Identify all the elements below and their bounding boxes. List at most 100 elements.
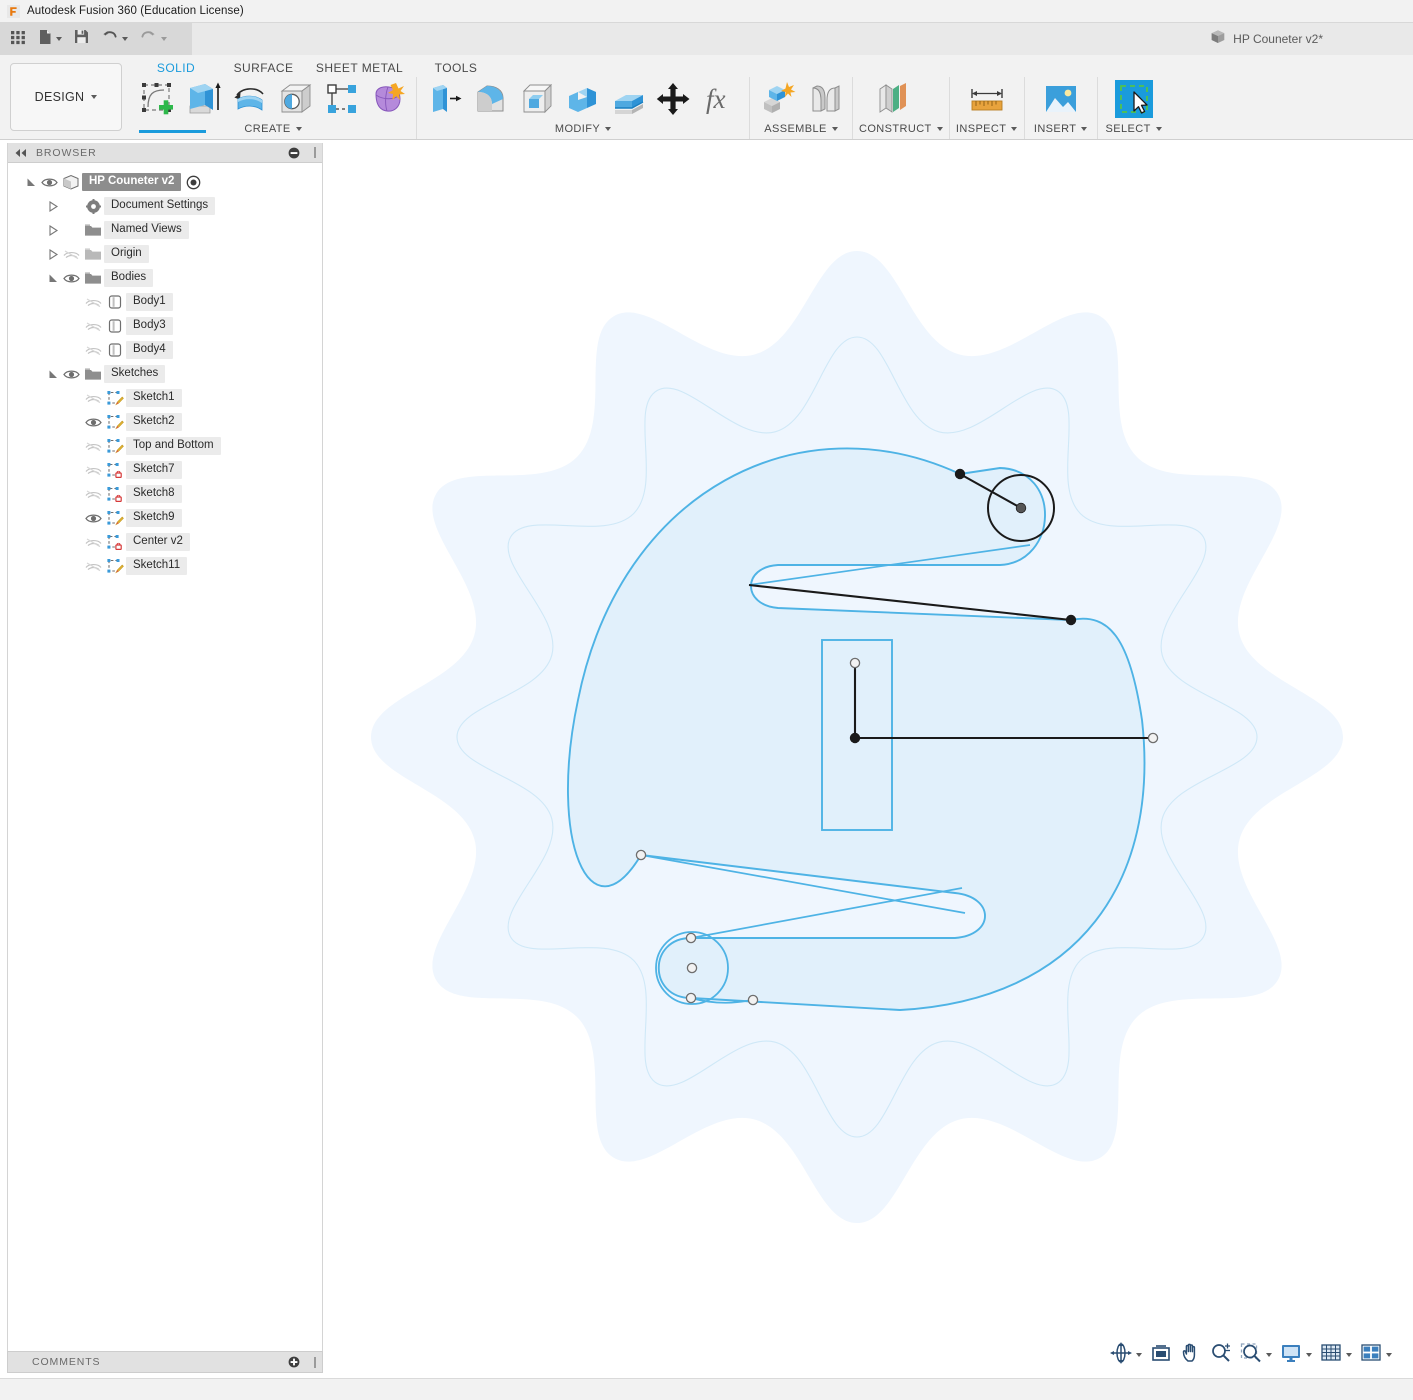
- tree-item-sketch7[interactable]: Sketch7: [8, 458, 322, 482]
- tab-solid[interactable]: SOLID: [133, 59, 219, 77]
- sketch-point-3[interactable]: [850, 658, 859, 667]
- eye-visible-icon[interactable]: [60, 368, 82, 381]
- panel-label-create[interactable]: CREATE: [136, 121, 410, 137]
- sketch-point-4[interactable]: [850, 733, 860, 743]
- eye-visible-icon[interactable]: [60, 272, 82, 285]
- tree-item-sketch8[interactable]: Sketch8: [8, 482, 322, 506]
- tree-item-named-views[interactable]: Named Views: [8, 218, 322, 242]
- eye-visible-icon[interactable]: [82, 416, 104, 429]
- tree-item-top-and-bottom[interactable]: Top and Bottom: [8, 434, 322, 458]
- workspace-switcher[interactable]: DESIGN: [10, 63, 122, 131]
- tree-item-body4[interactable]: Body4: [8, 338, 322, 362]
- tree-item-sketch11[interactable]: Sketch11: [8, 554, 322, 578]
- eye-hidden-icon[interactable]: [82, 464, 104, 477]
- eye-hidden-icon[interactable]: [82, 440, 104, 453]
- eye-hidden-icon[interactable]: [82, 560, 104, 573]
- sketch-point-10[interactable]: [748, 995, 757, 1004]
- shell-button[interactable]: [515, 77, 559, 121]
- pattern-button[interactable]: [320, 77, 364, 121]
- twisty-expanded-icon[interactable]: [24, 177, 38, 188]
- panel-label-insert[interactable]: INSERT: [1031, 121, 1091, 137]
- design-canvas[interactable]: [324, 141, 1413, 1352]
- sketch-viewport[interactable]: [324, 141, 1413, 1352]
- document-tab-label[interactable]: HP Couneter v2*: [1233, 32, 1323, 46]
- eye-hidden-icon[interactable]: [82, 320, 104, 333]
- panel-label-inspect[interactable]: INSPECT: [956, 121, 1018, 137]
- offset-plane-button[interactable]: [871, 77, 915, 121]
- twisty-collapsed-icon[interactable]: [46, 249, 60, 260]
- measure-button[interactable]: [965, 77, 1009, 121]
- sketch-point-6[interactable]: [636, 850, 645, 859]
- save-button[interactable]: [70, 26, 93, 52]
- hole-button[interactable]: [274, 77, 318, 121]
- insert-image-button[interactable]: [1039, 77, 1083, 121]
- tab-sheet-metal[interactable]: SHEET METAL: [308, 59, 411, 77]
- sketch-point-2[interactable]: [1066, 615, 1076, 625]
- change-parameters-button[interactable]: fx: [699, 77, 743, 121]
- tree-item-sketch9[interactable]: Sketch9: [8, 506, 322, 530]
- twisty-expanded-icon[interactable]: [46, 369, 60, 380]
- tree-item-body1[interactable]: Body1: [8, 290, 322, 314]
- form-button[interactable]: [366, 77, 410, 121]
- look-at-button[interactable]: [1147, 1341, 1175, 1369]
- display-settings-button[interactable]: [1277, 1341, 1315, 1369]
- zoom-window-button[interactable]: [1237, 1341, 1275, 1369]
- eye-hidden-icon[interactable]: [60, 248, 82, 261]
- tree-item-sketch1[interactable]: Sketch1: [8, 386, 322, 410]
- eye-hidden-icon[interactable]: [82, 392, 104, 405]
- twisty-collapsed-icon[interactable]: [46, 201, 60, 212]
- tab-surface[interactable]: SURFACE: [219, 59, 308, 77]
- new-document-button[interactable]: [34, 26, 66, 52]
- app-grid-button[interactable]: [6, 26, 30, 52]
- redo-button[interactable]: [136, 26, 171, 52]
- panel-label-select[interactable]: SELECT: [1104, 121, 1164, 137]
- sketch-point-0[interactable]: [955, 469, 965, 479]
- grid-snaps-button[interactable]: [1317, 1341, 1355, 1369]
- eye-hidden-icon[interactable]: [82, 488, 104, 501]
- sketch-point-5[interactable]: [1148, 733, 1157, 742]
- eye-visible-icon[interactable]: [82, 512, 104, 525]
- undo-button[interactable]: [97, 26, 132, 52]
- create-sketch-button[interactable]: [136, 77, 180, 121]
- tree-item-sketches[interactable]: Sketches: [8, 362, 322, 386]
- circle-center-point[interactable]: [1017, 504, 1026, 513]
- collapse-left-icon[interactable]: [14, 148, 28, 158]
- split-face-button[interactable]: [607, 77, 651, 121]
- minimize-icon[interactable]: [288, 147, 300, 159]
- panel-label-assemble[interactable]: ASSEMBLE: [756, 121, 846, 137]
- twisty-collapsed-icon[interactable]: [46, 225, 60, 236]
- panel-label-modify[interactable]: MODIFY: [423, 121, 743, 137]
- sketch-point-7[interactable]: [686, 933, 695, 942]
- tree-item-bodies[interactable]: Bodies: [8, 266, 322, 290]
- add-comment-icon[interactable]: [288, 1356, 300, 1368]
- panel-resize-grip[interactable]: [314, 1357, 316, 1368]
- sketch-point-9[interactable]: [686, 993, 695, 1002]
- activate-component-radio[interactable]: [186, 175, 201, 190]
- combine-button[interactable]: [561, 77, 605, 121]
- tree-item-hp-couneter-v2[interactable]: HP Couneter v2: [8, 170, 322, 194]
- panel-label-construct[interactable]: CONSTRUCT: [859, 121, 943, 137]
- tree-item-center-v2[interactable]: Center v2: [8, 530, 322, 554]
- viewports-button[interactable]: [1357, 1341, 1395, 1369]
- joint-button[interactable]: [802, 77, 846, 121]
- move-copy-button[interactable]: [653, 77, 697, 121]
- eye-visible-icon[interactable]: [38, 176, 60, 189]
- zoom-button[interactable]: [1207, 1341, 1235, 1369]
- tree-item-document-settings[interactable]: Document Settings: [8, 194, 322, 218]
- revolve-button[interactable]: [228, 77, 272, 121]
- tree-item-origin[interactable]: Origin: [8, 242, 322, 266]
- orbit-button[interactable]: [1107, 1341, 1145, 1369]
- twisty-expanded-icon[interactable]: [46, 273, 60, 284]
- tree-item-body3[interactable]: Body3: [8, 314, 322, 338]
- press-pull-button[interactable]: [423, 77, 467, 121]
- tab-tools[interactable]: TOOLS: [411, 59, 501, 77]
- extrude-button[interactable]: [182, 77, 226, 121]
- eye-hidden-icon[interactable]: [82, 296, 104, 309]
- panel-resize-grip[interactable]: [314, 147, 316, 158]
- eye-hidden-icon[interactable]: [82, 536, 104, 549]
- eye-hidden-icon[interactable]: [82, 344, 104, 357]
- fillet-button[interactable]: [469, 77, 513, 121]
- new-component-button[interactable]: [756, 77, 800, 121]
- select-button[interactable]: [1112, 77, 1156, 121]
- sketch-point-8[interactable]: [687, 963, 696, 972]
